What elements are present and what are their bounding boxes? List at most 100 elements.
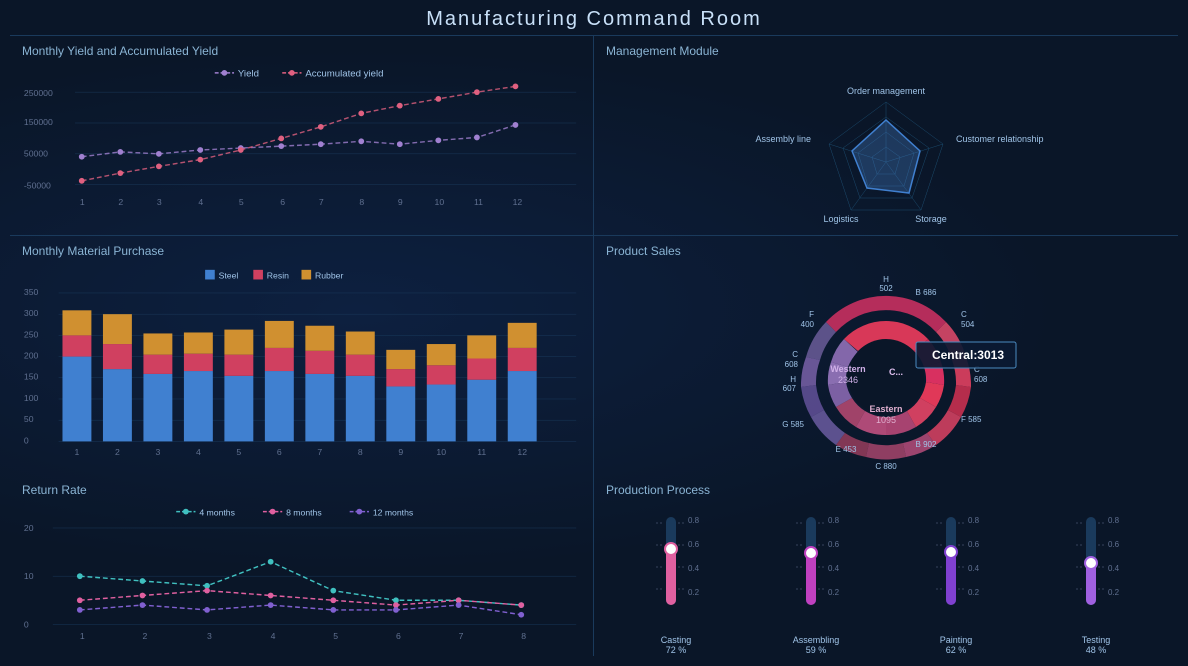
material-purchase-panel: Monthly Material Purchase Steel Resin Ru… — [10, 235, 594, 475]
management-module-panel: Management Module Order management Cust — [594, 35, 1178, 235]
svg-text:250000: 250000 — [24, 88, 53, 98]
svg-text:150000: 150000 — [24, 117, 53, 127]
material-purchase-chart: Steel Resin Rubber 350 300 250 200 150 1… — [22, 262, 581, 482]
svg-text:Central:3013: Central:3013 — [932, 348, 1004, 362]
monthly-yield-chart: Yield Accumulated yield 250000 150000 50… — [22, 62, 581, 237]
svg-text:10: 10 — [435, 197, 445, 207]
svg-text:0.6: 0.6 — [688, 540, 700, 549]
svg-text:0.2: 0.2 — [1108, 588, 1120, 597]
svg-text:1: 1 — [80, 631, 85, 641]
svg-text:C 880: C 880 — [875, 462, 897, 471]
svg-text:0.8: 0.8 — [968, 516, 980, 525]
painting-percent: 62 % — [946, 645, 967, 655]
svg-text:6: 6 — [396, 631, 401, 641]
svg-text:11: 11 — [474, 197, 483, 207]
svg-text:0.4: 0.4 — [1108, 564, 1120, 573]
svg-text:0.6: 0.6 — [828, 540, 840, 549]
svg-text:Order management: Order management — [847, 86, 926, 96]
svg-text:5: 5 — [239, 197, 244, 207]
product-sales-chart: Western 2346 C... Eastern 1095 H 502 B 6… — [606, 262, 1166, 482]
svg-text:Rubber: Rubber — [315, 271, 344, 281]
svg-text:2: 2 — [142, 631, 147, 641]
svg-text:4: 4 — [196, 447, 201, 457]
assembling-percent: 59 % — [806, 645, 827, 655]
svg-text:20: 20 — [24, 523, 34, 533]
svg-text:B 686: B 686 — [916, 288, 937, 297]
svg-text:2: 2 — [115, 447, 120, 457]
svg-text:502: 502 — [879, 284, 893, 293]
assembling-label: Assembling — [793, 635, 840, 645]
svg-text:6: 6 — [280, 197, 285, 207]
svg-text:3: 3 — [157, 197, 162, 207]
svg-text:3: 3 — [207, 631, 212, 641]
svg-text:0.2: 0.2 — [968, 588, 980, 597]
testing-gauge: 0.8 0.6 0.4 0.2 Testing — [1056, 505, 1136, 655]
svg-text:5: 5 — [333, 631, 338, 641]
svg-text:Assembly line: Assembly line — [755, 134, 811, 144]
production-process-panel: Production Process 0.8 0.6 0.4 0.2 — [594, 475, 1178, 656]
svg-text:4: 4 — [271, 631, 276, 641]
svg-text:0.4: 0.4 — [688, 564, 700, 573]
svg-text:C...: C... — [889, 367, 903, 377]
svg-text:2346: 2346 — [838, 375, 858, 385]
svg-text:0.2: 0.2 — [828, 588, 840, 597]
svg-text:150: 150 — [24, 372, 39, 382]
svg-text:Storage: Storage — [915, 214, 947, 224]
svg-text:F 585: F 585 — [961, 415, 982, 424]
svg-text:5: 5 — [236, 447, 241, 457]
svg-text:4: 4 — [198, 197, 203, 207]
casting-gauge: 0.8 0.6 0.4 0.2 — [636, 505, 716, 655]
svg-text:0.8: 0.8 — [828, 516, 840, 525]
svg-text:8 months: 8 months — [286, 507, 322, 517]
svg-text:Logistics: Logistics — [823, 214, 859, 224]
product-sales-panel: Product Sales — [594, 235, 1178, 475]
svg-text:12: 12 — [513, 197, 523, 207]
svg-text:G 585: G 585 — [782, 420, 804, 429]
svg-text:1: 1 — [75, 447, 80, 457]
svg-text:300: 300 — [24, 308, 39, 318]
svg-text:400: 400 — [801, 320, 815, 329]
svg-text:0.4: 0.4 — [968, 564, 980, 573]
svg-text:-50000: -50000 — [24, 181, 51, 191]
svg-text:7: 7 — [459, 631, 464, 641]
svg-text:9: 9 — [398, 447, 403, 457]
svg-text:0.6: 0.6 — [1108, 540, 1120, 549]
svg-text:1095: 1095 — [876, 415, 896, 425]
svg-text:10: 10 — [436, 447, 446, 457]
svg-text:608: 608 — [974, 375, 988, 384]
svg-text:0.8: 0.8 — [1108, 516, 1120, 525]
return-rate-chart: 4 months 8 months 12 months 20 10 0 1 2 … — [22, 501, 581, 661]
svg-text:504: 504 — [961, 320, 975, 329]
casting-percent: 72 % — [666, 645, 687, 655]
svg-text:E 453: E 453 — [836, 445, 857, 454]
svg-text:Western: Western — [830, 364, 865, 374]
svg-text:200: 200 — [24, 351, 39, 361]
svg-text:50000: 50000 — [24, 149, 48, 159]
svg-text:50: 50 — [24, 414, 34, 424]
svg-text:4 months: 4 months — [199, 507, 235, 517]
svg-text:8: 8 — [521, 631, 526, 641]
monthly-yield-panel: Monthly Yield and Accumulated Yield Yiel… — [10, 35, 594, 235]
svg-text:H: H — [790, 375, 796, 384]
material-purchase-title: Monthly Material Purchase — [22, 244, 581, 258]
svg-text:250: 250 — [24, 329, 39, 339]
svg-text:100: 100 — [24, 393, 39, 403]
svg-text:0.2: 0.2 — [688, 588, 700, 597]
svg-text:2: 2 — [118, 197, 123, 207]
svg-text:350: 350 — [24, 287, 39, 297]
return-rate-panel: Return Rate 4 months 8 months 12 months … — [10, 475, 594, 656]
svg-text:C: C — [792, 350, 798, 359]
svg-text:7: 7 — [317, 447, 322, 457]
svg-text:Accumulated yield: Accumulated yield — [305, 69, 383, 80]
svg-text:Customer relationship: Customer relationship — [956, 134, 1044, 144]
svg-text:12: 12 — [517, 447, 527, 457]
painting-label: Painting — [940, 635, 973, 645]
svg-text:9: 9 — [398, 197, 403, 207]
svg-text:1: 1 — [80, 197, 85, 207]
svg-text:0.6: 0.6 — [968, 540, 980, 549]
svg-text:0: 0 — [24, 435, 29, 445]
svg-text:607: 607 — [783, 384, 797, 393]
painting-gauge: 0.8 0.6 0.4 0.2 Painting — [916, 505, 996, 655]
testing-percent: 48 % — [1086, 645, 1107, 655]
svg-text:8: 8 — [358, 447, 363, 457]
